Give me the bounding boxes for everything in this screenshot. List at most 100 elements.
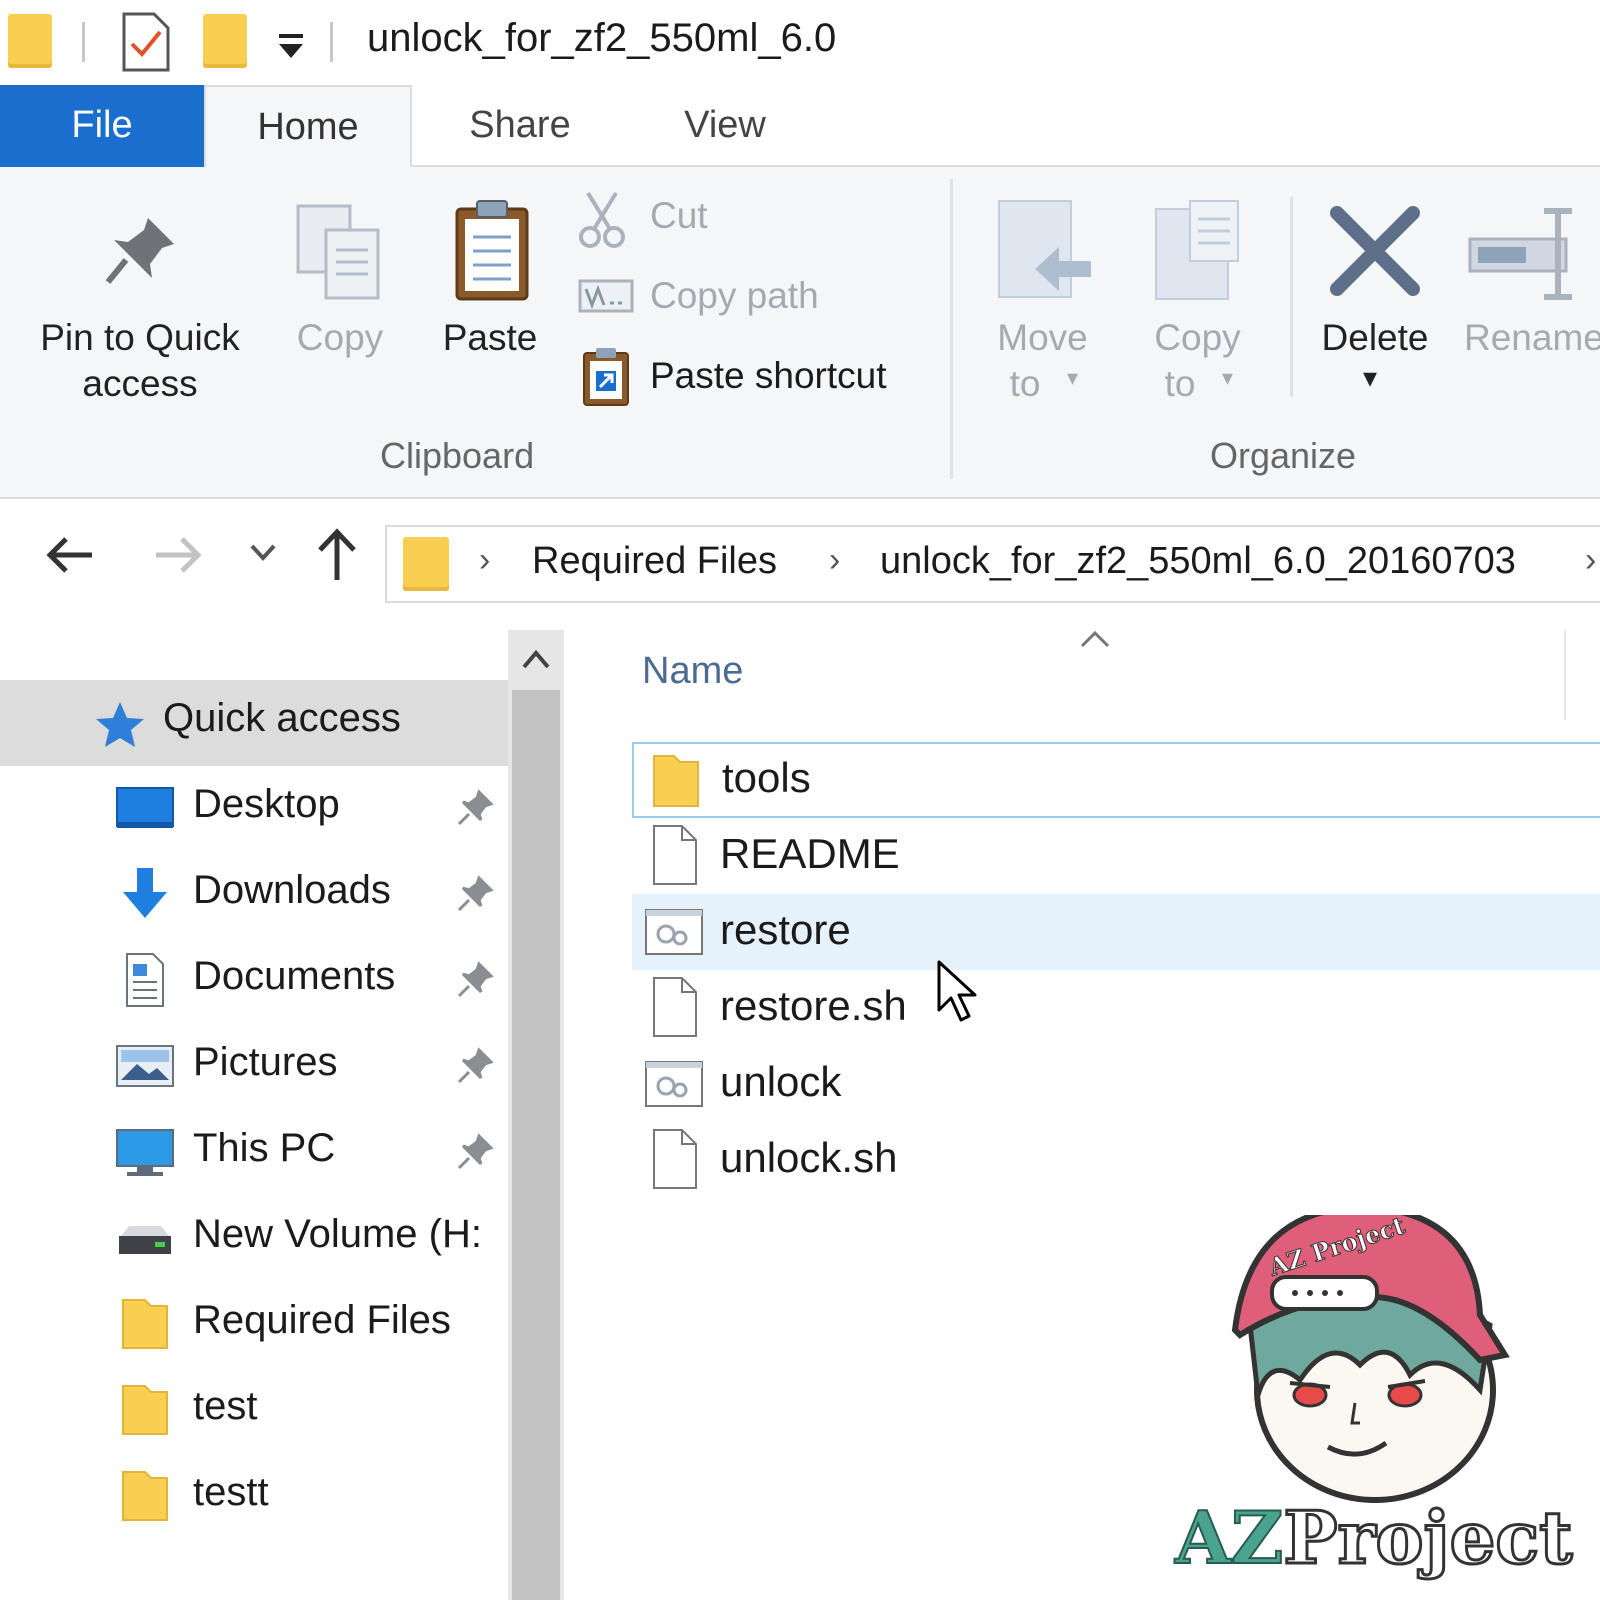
sidebar-item-pictures[interactable]: Pictures [0, 1024, 508, 1110]
up-arrow-icon[interactable] [312, 524, 362, 584]
desktop-icon [116, 787, 174, 828]
sidebar-item-label: test [193, 1384, 258, 1428]
paste-shortcut-button[interactable]: Paste shortcut [578, 347, 918, 409]
copy-to-button[interactable]: Copy to ▾ [1130, 197, 1265, 427]
sidebar-item-quick-access[interactable]: Quick access [0, 680, 508, 766]
column-header-name[interactable]: Name [642, 650, 743, 693]
sidebar-item-documents[interactable]: Documents [0, 938, 508, 1024]
pin-icon[interactable] [455, 874, 495, 914]
sidebar-item-testt[interactable]: testt [0, 1454, 508, 1540]
move-to-button[interactable]: Move to ▾ [975, 197, 1110, 427]
sidebar-item-downloads[interactable]: Downloads [0, 852, 508, 938]
documents-icon [126, 953, 164, 1007]
copy-path-label: Copy path [650, 275, 819, 316]
folder-icon [8, 14, 52, 68]
rename-icon [1468, 208, 1572, 300]
breadcrumb-chevron-icon[interactable]: › [829, 541, 840, 580]
sidebar-item-desktop[interactable]: Desktop [0, 766, 508, 852]
logo-text-az: AZ [1174, 1494, 1284, 1581]
file-name: restore.sh [720, 982, 907, 1029]
folder-icon [122, 1299, 168, 1349]
folder-icon [403, 537, 449, 591]
file-row-unlock[interactable]: unlock [632, 1046, 1600, 1122]
file-name: README [720, 830, 900, 877]
breadcrumb-chevron-icon[interactable]: › [479, 541, 490, 580]
pin-label-2: access [82, 363, 198, 404]
pin-icon[interactable] [455, 960, 495, 1000]
pin-icon [105, 218, 174, 284]
breadcrumb-chevron-icon[interactable]: › [1585, 541, 1596, 580]
copy-to-label-2: to [1164, 363, 1196, 404]
scissors-icon [579, 191, 625, 248]
star-icon [96, 702, 144, 747]
recent-locations-icon[interactable] [248, 540, 278, 564]
executable-icon [645, 1061, 703, 1107]
group-separator [950, 179, 953, 479]
tab-view[interactable]: View [630, 85, 820, 167]
executable-icon [645, 909, 703, 955]
drive-icon [119, 1226, 171, 1254]
file-row-restore-sh[interactable]: restore.sh [632, 970, 1600, 1046]
tab-file[interactable]: File [0, 85, 204, 167]
copy-button[interactable]: Copy [280, 197, 400, 427]
breadcrumb-required-files[interactable]: Required Files [532, 540, 777, 583]
forward-arrow-icon[interactable] [148, 530, 208, 580]
file-row-restore[interactable]: restore [632, 894, 1600, 970]
ribbon-tabs: File Home Share View [0, 85, 1600, 167]
sidebar-item-label: Desktop [193, 782, 340, 826]
logo-text: AZProject [1174, 1494, 1574, 1582]
delete-button[interactable]: Delete ▾ [1305, 197, 1445, 427]
scroll-up-arrow-icon[interactable] [518, 645, 554, 673]
copy-to-icon [1155, 200, 1239, 300]
sidebar-item-test[interactable]: test [0, 1368, 508, 1454]
window-title: unlock_for_zf2_550ml_6.0 [367, 16, 837, 60]
copy-to-label: Copy [1154, 317, 1241, 358]
sidebar-item-this-pc[interactable]: This PC [0, 1110, 508, 1196]
cut-button[interactable]: Cut [578, 187, 918, 249]
file-icon [653, 977, 697, 1037]
copy-path-button[interactable]: Copy path [578, 267, 918, 329]
sidebar-item-label: Quick access [163, 696, 401, 740]
file-row-readme[interactable]: README [632, 818, 1600, 894]
sidebar-item-new-volume[interactable]: New Volume (H: [0, 1196, 508, 1282]
tab-share[interactable]: Share [420, 85, 620, 167]
file-name: unlock [720, 1058, 842, 1105]
column-divider[interactable] [1564, 630, 1566, 720]
back-arrow-icon[interactable] [40, 530, 100, 580]
address-bar[interactable]: › Required Files › unlock_for_zf2_550ml_… [385, 525, 1600, 603]
pin-icon[interactable] [455, 1132, 495, 1172]
breadcrumb-current-folder[interactable]: unlock_for_zf2_550ml_6.0_20160703 [880, 540, 1516, 583]
sidebar-item-required-files[interactable]: Required Files [0, 1282, 508, 1368]
paste-icon [455, 200, 529, 301]
pictures-icon [116, 1045, 174, 1087]
move-to-icon [998, 200, 1091, 298]
clipboard-group-label: Clipboard [380, 435, 535, 476]
paste-shortcut-icon [583, 348, 629, 406]
file-name: unlock.sh [720, 1134, 898, 1181]
file-row-unlock-sh[interactable]: unlock.sh [632, 1122, 1600, 1198]
logo-text-project: Project [1282, 1494, 1574, 1582]
sidebar-item-label: This PC [193, 1126, 336, 1170]
pin-icon[interactable] [455, 788, 495, 828]
download-icon [123, 868, 167, 918]
new-folder-icon[interactable] [203, 14, 247, 68]
tab-home[interactable]: Home [204, 85, 412, 167]
customize-toolbar-icon[interactable] [275, 30, 307, 62]
pin-icon[interactable] [455, 1046, 495, 1086]
paste-shortcut-label: Paste shortcut [650, 355, 887, 396]
file-row-tools[interactable]: tools [632, 742, 1600, 818]
ribbon: Pin to Quick access Copy Paste Cut Copy … [0, 167, 1600, 499]
scrollbar-thumb[interactable] [512, 690, 560, 1600]
rename-button[interactable]: Rename [1460, 197, 1600, 427]
properties-icon[interactable] [120, 10, 172, 74]
file-icon [653, 1129, 697, 1189]
folder-icon [122, 1471, 168, 1521]
pin-label: Pin to Quick [40, 317, 240, 358]
paste-button[interactable]: Paste [425, 197, 555, 427]
file-icon [653, 825, 697, 885]
toolbar-separator [82, 22, 85, 62]
sidebar-item-label: Pictures [193, 1040, 338, 1084]
title-bar: unlock_for_zf2_550ml_6.0 [0, 0, 1600, 85]
move-to-label-2: to [1009, 363, 1041, 404]
pin-to-quick-access-button[interactable]: Pin to Quick access [15, 197, 265, 427]
